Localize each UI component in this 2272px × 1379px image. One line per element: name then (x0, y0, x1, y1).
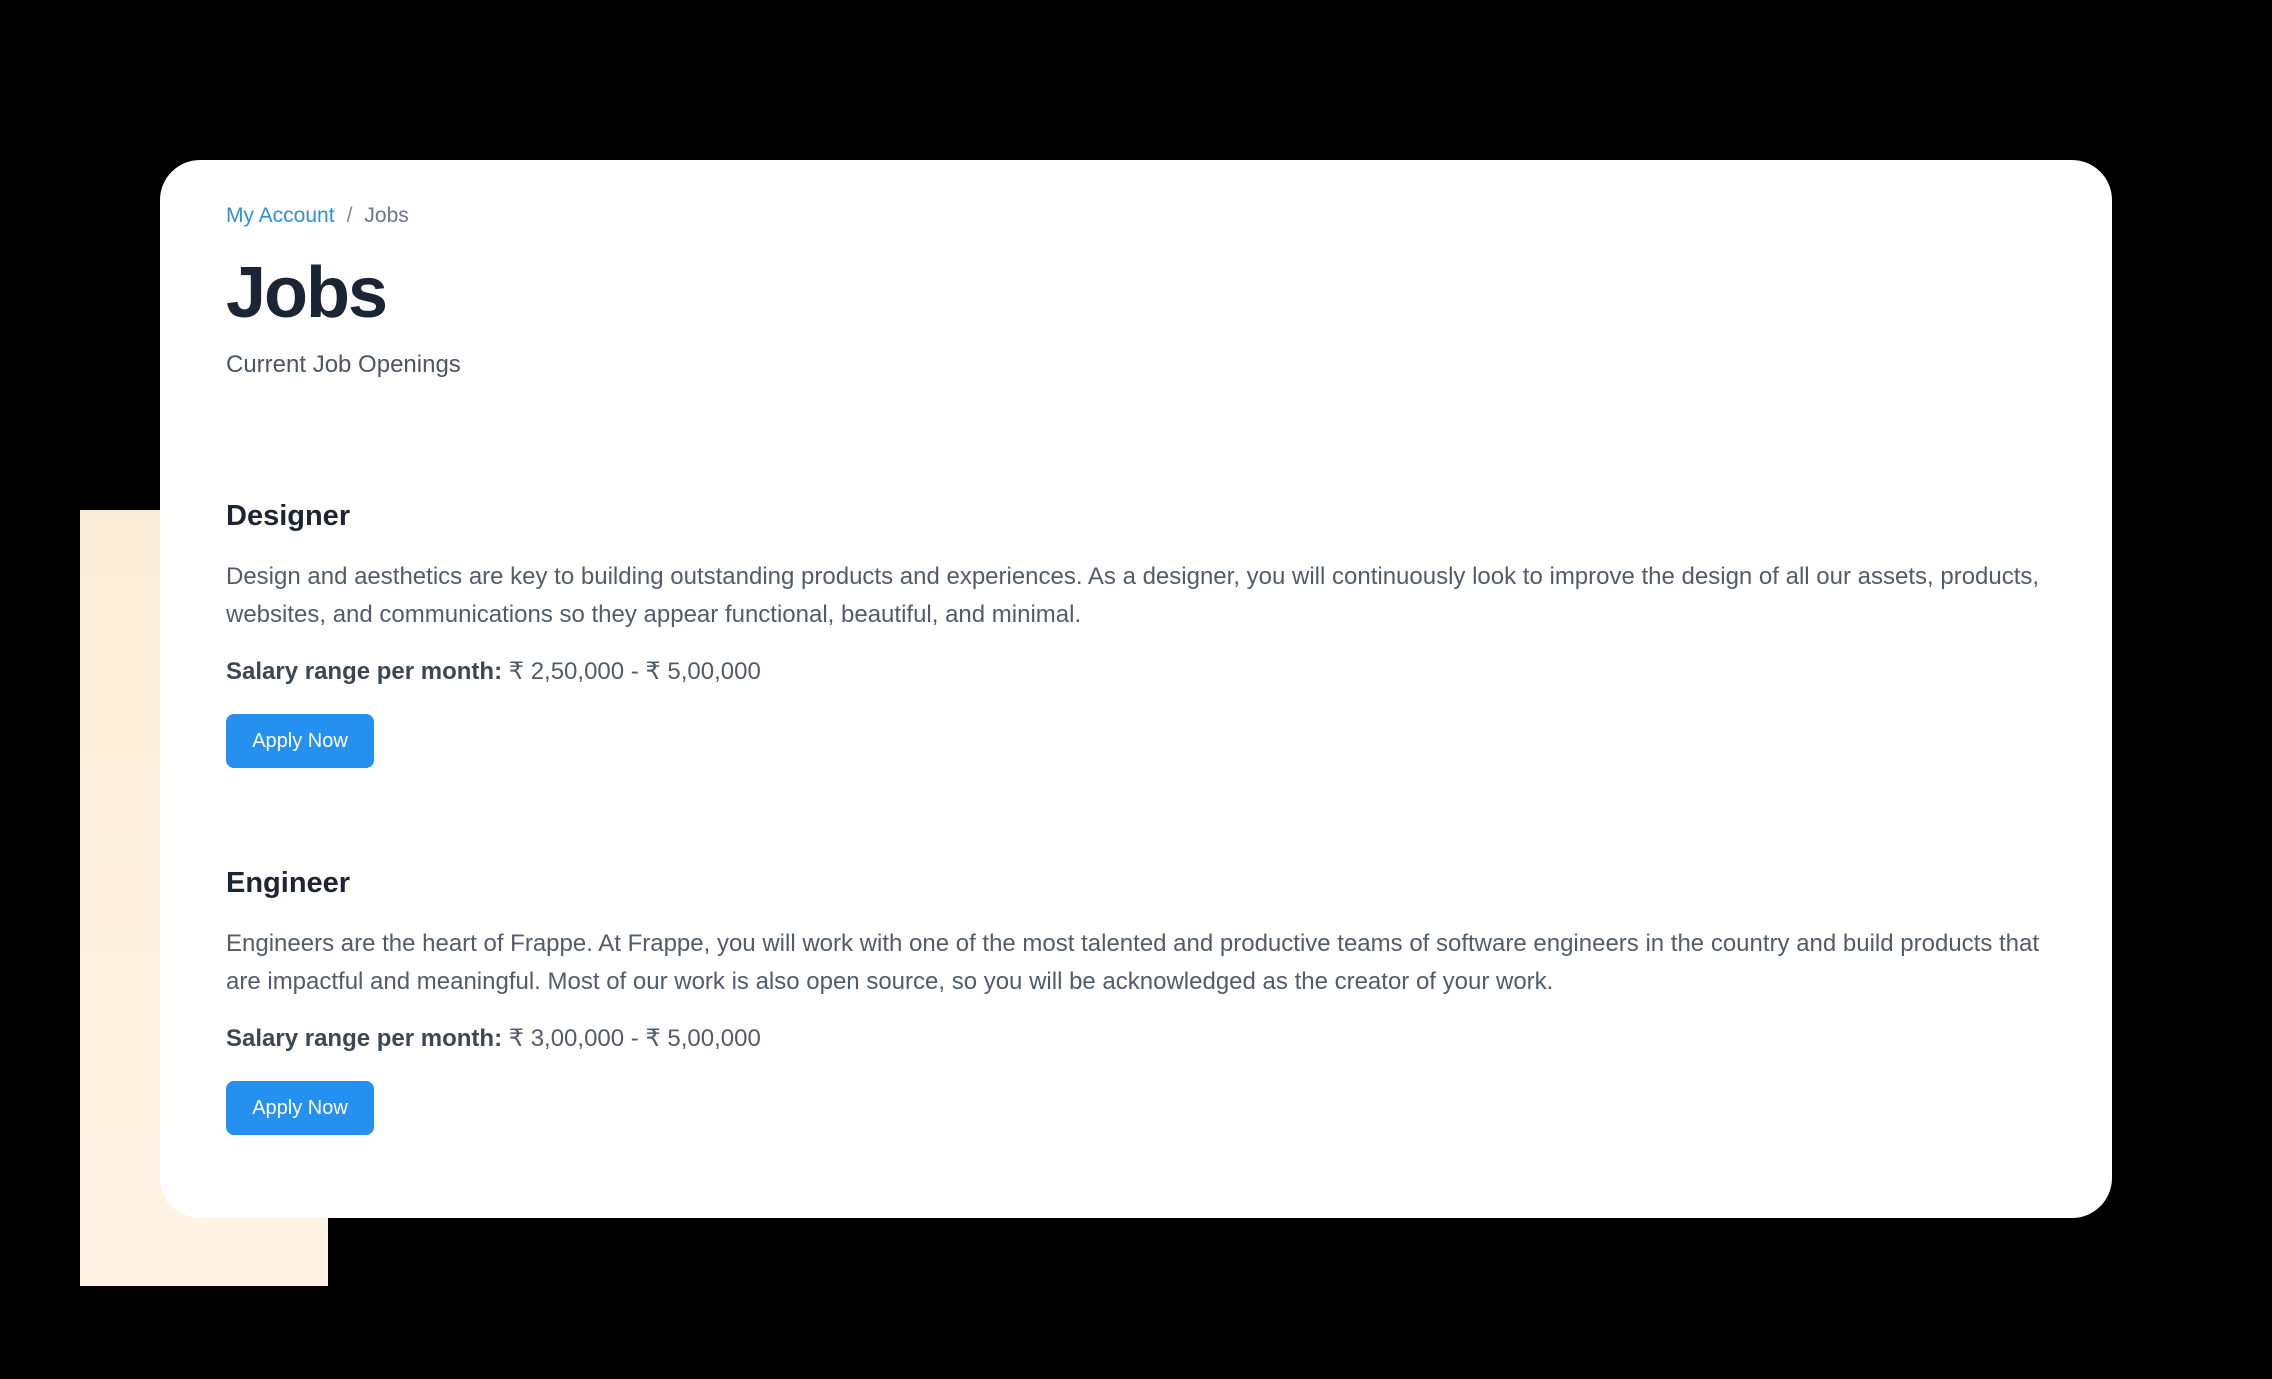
breadcrumb-separator: / (346, 204, 353, 227)
salary-value: ₹ 2,50,000 - ₹ 5,00,000 (508, 657, 761, 685)
apply-now-button-designer[interactable]: Apply Now (226, 713, 374, 768)
apply-now-button-engineer[interactable]: Apply Now (226, 1080, 374, 1135)
job-listing-engineer: Engineer Engineers are the heart of Frap… (226, 866, 2046, 1135)
salary-label: Salary range per month: (226, 1024, 503, 1052)
salary-value: ₹ 3,00,000 - ₹ 5,00,000 (508, 1024, 761, 1052)
job-description: Design and aesthetics are key to buildin… (226, 562, 2040, 628)
job-description: Engineers are the heart of Frappe. At Fr… (226, 929, 2040, 995)
job-salary: Salary range per month: ₹ 2,50,000 - ₹ 5… (226, 656, 2046, 688)
breadcrumb: My Account / Jobs (226, 200, 2046, 232)
job-salary: Salary range per month: ₹ 3,00,000 - ₹ 5… (226, 1023, 2046, 1055)
breadcrumb-my-account-link[interactable]: My Account (226, 204, 335, 228)
page-subtitle: Current Job Openings (226, 351, 461, 379)
job-listing-designer: Designer Design and aesthetics are key t… (226, 499, 2046, 768)
screenshot-stage: My Account / Jobs Jobs Current Job Openi… (0, 0, 2272, 1379)
salary-label: Salary range per month: (226, 657, 503, 685)
page-title: Jobs (226, 253, 388, 333)
breadcrumb-current-page: Jobs (364, 204, 409, 227)
job-title: Designer (226, 500, 351, 533)
jobs-page-card: My Account / Jobs Jobs Current Job Openi… (160, 160, 2112, 1218)
job-title: Engineer (226, 866, 351, 899)
